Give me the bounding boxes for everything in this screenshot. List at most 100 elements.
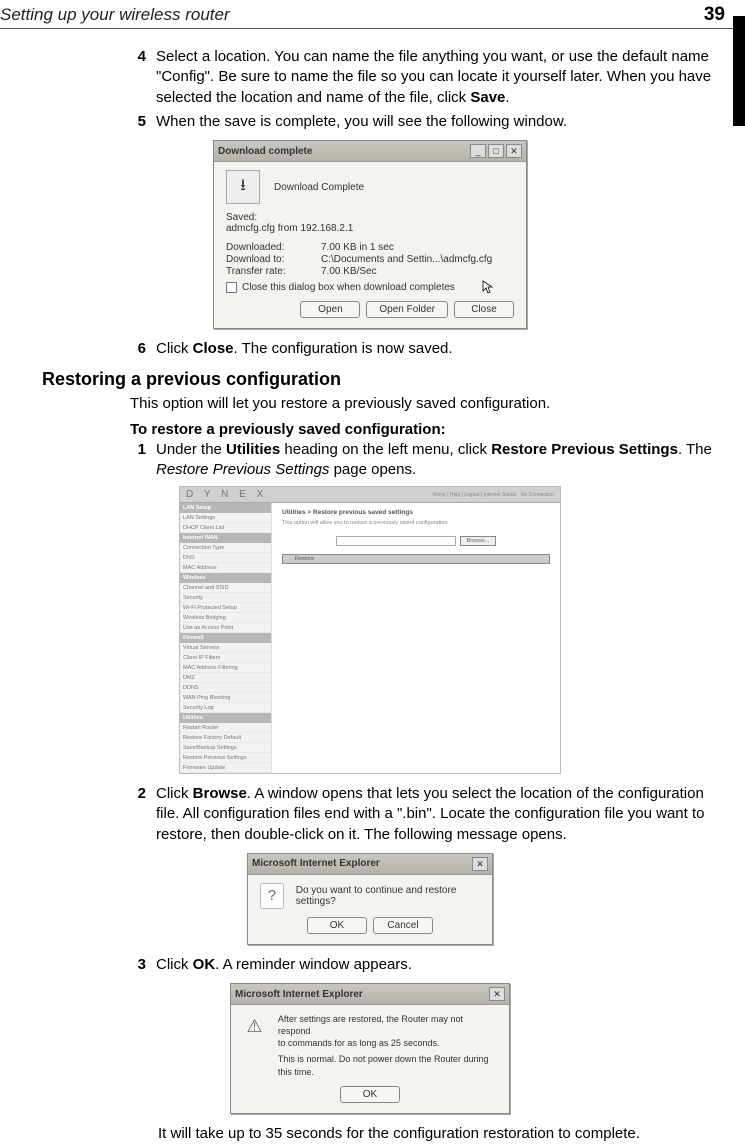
bold-utilities: Utilities — [226, 441, 280, 458]
nav-item[interactable]: Firmware Update — [180, 763, 271, 773]
nav-section-head: Firewall — [180, 633, 271, 643]
section-intro: This option will let you restore a previ… — [130, 394, 720, 414]
status-link[interactable]: No Connection — [521, 492, 554, 498]
left-nav: LAN SetupLAN SettingsDHCP Client ListInt… — [180, 503, 272, 773]
warning-icon: ⚠ — [243, 1013, 266, 1039]
dialog-body: ⭳ Download Complete Saved: admcfg.cfg fr… — [214, 162, 526, 328]
step-6: 6 Click Close. The configuration is now … — [130, 339, 720, 359]
nav-item[interactable]: MAC Address Filtering — [180, 663, 271, 673]
dialog-top-row: ⭳ Download Complete — [226, 170, 514, 204]
saved-value: admcfg.cfg from 192.168.2.1 — [226, 223, 514, 234]
section-heading-restoring: Restoring a previous configuration — [42, 369, 720, 390]
step-6-list: 6 Click Close. The configuration is now … — [130, 339, 720, 359]
dialog-body: ? Do you want to continue and restore se… — [248, 875, 492, 944]
text-fragment: After settings are restored, the Router … — [278, 1013, 497, 1037]
step-4: 4 Select a location. You can name the fi… — [130, 47, 720, 108]
minimize-button[interactable]: _ — [470, 144, 486, 158]
text-fragment: to commands for as long as 25 seconds. — [278, 1037, 497, 1049]
top-links: Home | Help | Logout | Internet Status: … — [432, 492, 554, 498]
nav-item[interactable]: DMZ — [180, 673, 271, 683]
nav-item[interactable]: Virtual Servers — [180, 643, 271, 653]
brand-logo: D Y N E X — [186, 489, 267, 500]
kv-val: 7.00 KB/Sec — [321, 266, 377, 277]
close-window-button[interactable]: ✕ — [506, 144, 522, 158]
file-path-input[interactable] — [336, 536, 456, 546]
closing-text: It will take up to 35 seconds for the co… — [158, 1124, 720, 1144]
text-fragment: Select a location. You can name the file… — [156, 48, 711, 106]
kv-row: Downloaded:7.00 KB in 1 sec — [226, 242, 514, 253]
confirm-message: Do you want to continue and restore sett… — [296, 885, 480, 907]
kv-key: Download to: — [226, 254, 321, 265]
cancel-button[interactable]: Cancel — [373, 917, 433, 934]
close-window-button[interactable]: ✕ — [489, 987, 505, 1001]
nav-item[interactable]: DDNS — [180, 683, 271, 693]
nav-item[interactable]: Wireless Bridging — [180, 613, 271, 623]
nav-item[interactable]: LAN Settings — [180, 513, 271, 523]
dialog-title: Microsoft Internet Explorer — [252, 858, 380, 869]
maximize-button[interactable]: □ — [488, 144, 504, 158]
dialog-buttons: OK — [243, 1086, 497, 1103]
browse-button[interactable]: Browse... — [460, 536, 497, 546]
router-body: LAN SetupLAN SettingsDHCP Client ListInt… — [180, 503, 560, 773]
step-number: 2 — [130, 784, 146, 845]
nav-item[interactable]: Restore Factory Default — [180, 733, 271, 743]
restore-step-2: 2 Click Browse. A window opens that lets… — [130, 784, 720, 845]
dialog-title: Microsoft Internet Explorer — [235, 989, 363, 1000]
file-row: Browse... — [282, 536, 550, 546]
text-fragment: . The configuration is now saved. — [234, 340, 453, 357]
page-number: 39 — [704, 4, 725, 26]
nav-item[interactable]: Connection Type — [180, 543, 271, 553]
bold-ok: OK — [193, 956, 216, 973]
nav-item[interactable]: Client IP Filters — [180, 653, 271, 663]
nav-item[interactable]: Channel and SSID — [180, 583, 271, 593]
step-number: 4 — [130, 47, 146, 108]
nav-item[interactable]: Security Log — [180, 703, 271, 713]
window-buttons: ✕ — [472, 857, 488, 871]
open-button[interactable]: Open — [300, 301, 360, 318]
step-number: 6 — [130, 339, 146, 359]
close-on-complete-checkbox[interactable] — [226, 282, 237, 293]
restore-button[interactable]: Restore — [282, 554, 550, 564]
open-folder-button[interactable]: Open Folder — [366, 301, 448, 318]
nav-item[interactable]: Restore Previous Settings — [180, 753, 271, 763]
close-window-button[interactable]: ✕ — [472, 857, 488, 871]
titlebar: Microsoft Internet Explorer ✕ — [231, 984, 509, 1005]
nav-item[interactable]: Use as Access Point — [180, 623, 271, 633]
window-buttons: ✕ — [489, 987, 505, 1001]
restore-steps-3: 3 Click OK. A reminder window appears. — [130, 955, 720, 975]
step-text: Click Close. The configuration is now sa… — [156, 339, 720, 359]
nav-item[interactable]: MAC Address — [180, 563, 271, 573]
panel-description: This option will allow you to restore a … — [282, 520, 550, 526]
steps-before-dialog: 4 Select a location. You can name the fi… — [130, 47, 720, 132]
nav-item[interactable]: WAN Ping Blocking — [180, 693, 271, 703]
text-fragment: . — [505, 89, 509, 106]
step-text: Select a location. You can name the file… — [156, 47, 720, 108]
page-header: Setting up your wireless router 39 — [0, 0, 745, 29]
dialog-title: Download complete — [218, 146, 312, 157]
nav-section-head: Utilities — [180, 713, 271, 723]
restore-steps-2: 2 Click Browse. A window opens that lets… — [130, 784, 720, 845]
restore-step-1: 1 Under the Utilities heading on the lef… — [130, 440, 720, 481]
nav-item[interactable]: Security — [180, 593, 271, 603]
cursor-icon — [482, 280, 494, 294]
page-content: 4 Select a location. You can name the fi… — [0, 47, 745, 1144]
bold-restore-prev: Restore Previous Settings — [491, 441, 678, 458]
download-heading: Download Complete — [274, 182, 364, 193]
ok-button[interactable]: OK — [307, 917, 367, 934]
breadcrumb: Utilities > Restore previous saved setti… — [282, 509, 550, 516]
step-text: Under the Utilities heading on the left … — [156, 440, 720, 481]
ok-button[interactable]: OK — [340, 1086, 400, 1103]
running-head: Setting up your wireless router — [0, 5, 230, 25]
nav-item[interactable]: Restart Router — [180, 723, 271, 733]
nav-item[interactable]: Save/Backup Settings — [180, 743, 271, 753]
text-fragment: Click — [156, 956, 193, 973]
nav-item[interactable]: DHCP Client List — [180, 523, 271, 533]
close-button[interactable]: Close — [454, 301, 514, 318]
window-buttons: _ □ ✕ — [470, 144, 522, 158]
nav-item[interactable]: DNS — [180, 553, 271, 563]
kv-row: Download to:C:\Documents and Settin...\a… — [226, 254, 514, 265]
text-fragment: page opens. — [329, 461, 416, 478]
ie-warning-dialog: Microsoft Internet Explorer ✕ ⚠ After se… — [230, 983, 510, 1114]
step-number: 5 — [130, 112, 146, 132]
nav-item[interactable]: Wi-Fi Protected Setup — [180, 603, 271, 613]
